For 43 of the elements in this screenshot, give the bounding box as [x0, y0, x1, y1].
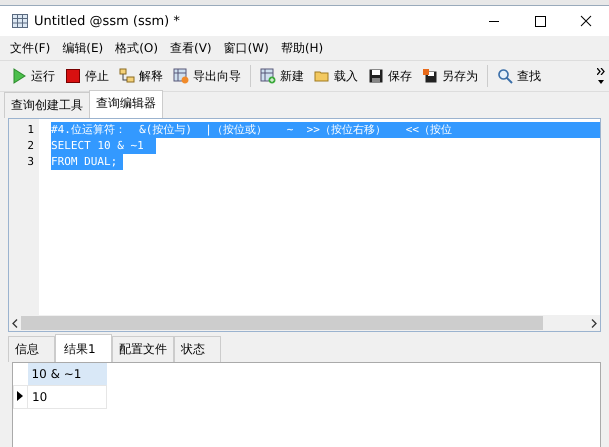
toolbar-button[interactable]: 导出向导 — [168, 66, 246, 86]
play-icon — [11, 68, 27, 84]
horizontal-scrollbar[interactable] — [9, 315, 600, 331]
menu-item[interactable]: 窗口(W) — [218, 40, 275, 56]
chevron-double-right-icon[interactable] — [597, 68, 605, 74]
tab[interactable]: 配置文件 — [112, 336, 174, 362]
chevron-right-icon[interactable] — [591, 318, 597, 328]
caret-down-icon[interactable] — [597, 80, 605, 84]
line-number: 3 — [27, 155, 34, 168]
menu-item[interactable]: 文件(F) — [4, 40, 56, 56]
toolbar-button[interactable]: 另存为 — [417, 66, 483, 86]
tab[interactable]: 查询编辑器 — [89, 90, 163, 118]
floppy-disk-icon — [422, 68, 438, 84]
stop-icon — [65, 68, 81, 84]
table-add-icon — [260, 68, 276, 84]
menu-item[interactable]: 格式(O) — [109, 40, 164, 56]
menu-item[interactable]: 查看(V) — [164, 40, 218, 56]
code-line: SELECT 10 & ~1 — [51, 138, 145, 154]
menu-item[interactable]: 编辑(E) — [56, 40, 110, 56]
line-number: 2 — [27, 139, 34, 152]
line-number: 1 — [27, 123, 34, 136]
window-title: Untitled @ssm (ssm) * — [34, 14, 181, 28]
tab[interactable]: 状态 — [174, 336, 221, 362]
table-cell: 10 — [28, 386, 106, 408]
toolbar-button[interactable]: 解释 — [114, 66, 168, 86]
toolbar-button[interactable]: 运行 — [6, 66, 60, 86]
toolbar-button[interactable]: 新建 — [255, 66, 309, 86]
diagram-icon — [119, 68, 135, 84]
table-grid-icon — [12, 14, 28, 28]
tab[interactable]: 查询创建工具 — [4, 92, 90, 118]
tab[interactable]: 结果1 — [55, 334, 112, 362]
column-header[interactable]: 10 & ~1 — [28, 363, 106, 386]
table-export-icon — [173, 68, 189, 84]
toolbar-button[interactable]: 停止 — [60, 66, 114, 86]
code-line: #4.位运算符： &(按位与) |（按位或） ~ >>（按位右移） <<（按位 — [51, 122, 453, 138]
tab[interactable]: 信息 — [8, 336, 55, 362]
search-icon — [497, 68, 513, 84]
toolbar-button[interactable]: 保存 — [363, 66, 417, 86]
toolbar-button[interactable]: 载入 — [309, 66, 363, 86]
menu-item[interactable]: 帮助(H) — [274, 40, 330, 56]
chevron-left-icon[interactable] — [12, 318, 18, 328]
code-line: FROM DUAL; — [51, 154, 118, 170]
toolbar-button[interactable]: 查找 — [492, 66, 546, 86]
